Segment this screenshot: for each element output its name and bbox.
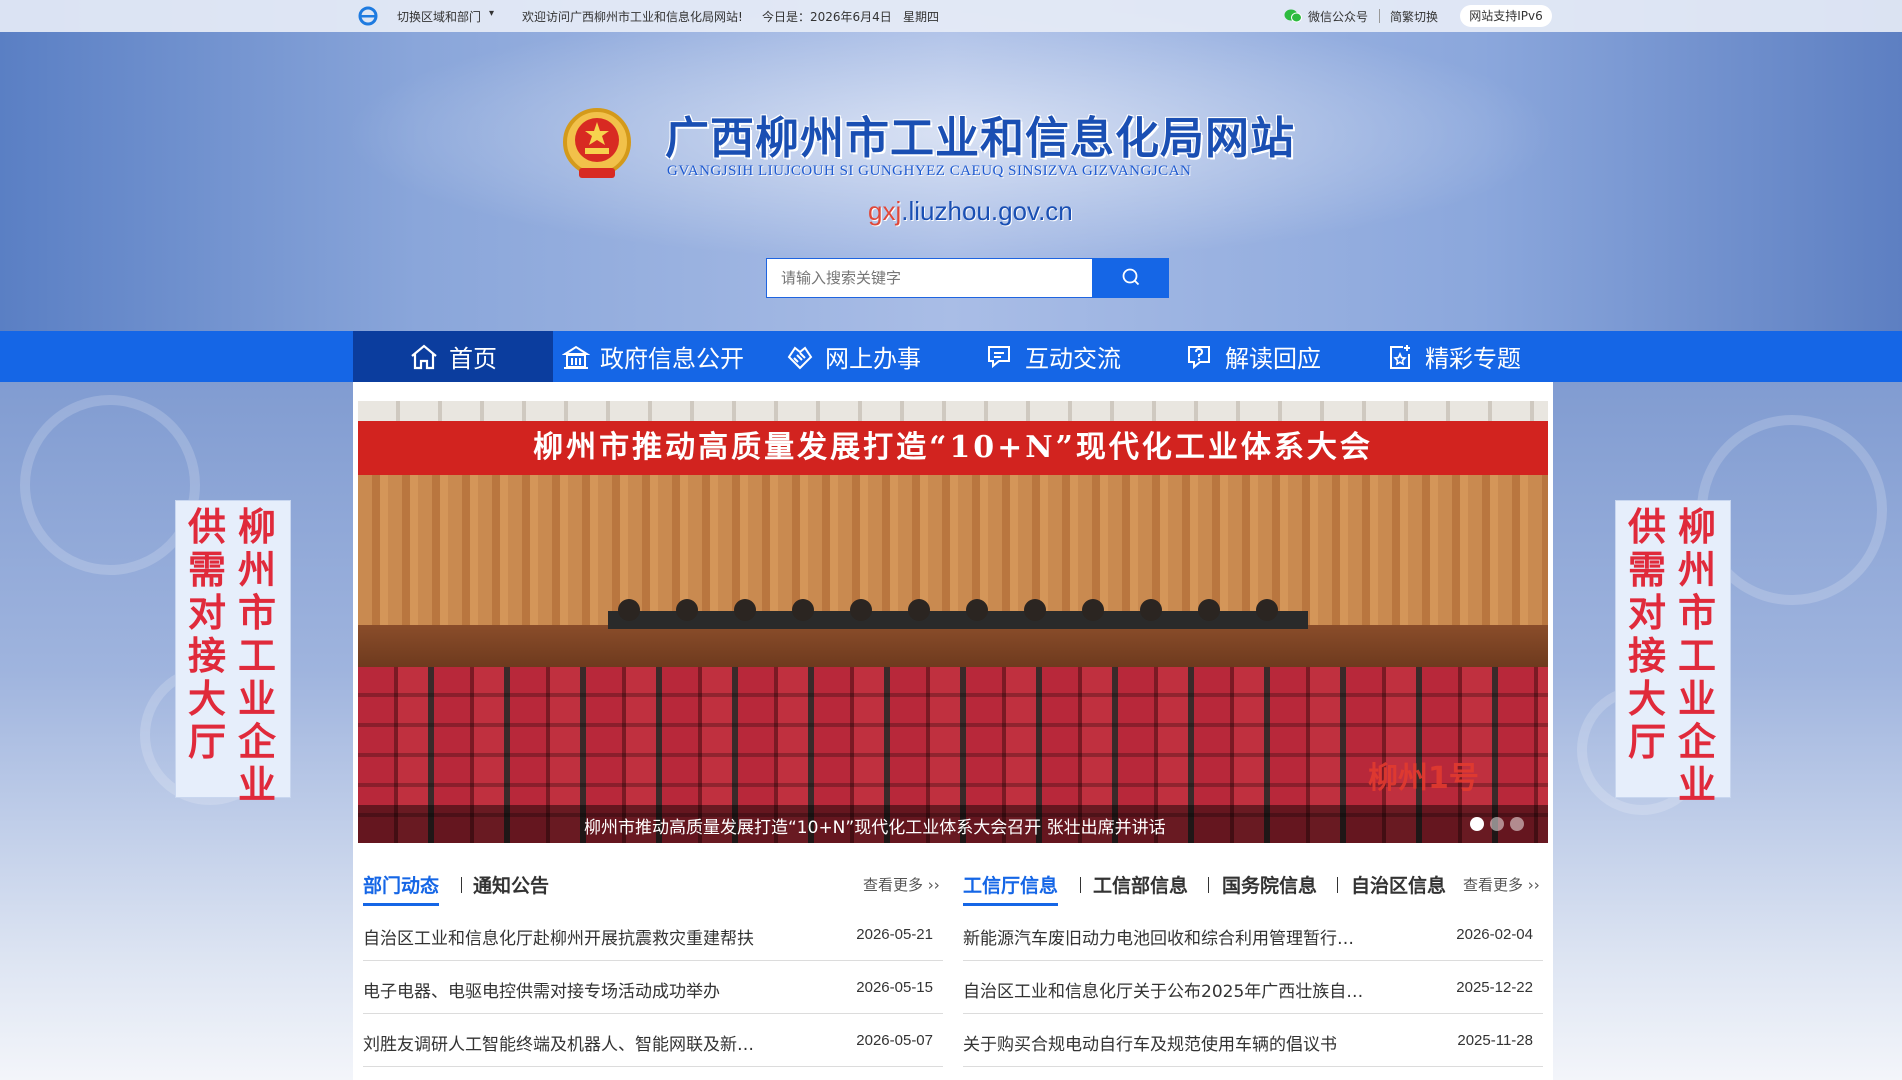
nav-item-interpretation[interactable]: 解读回应 — [1153, 331, 1353, 382]
news-date: 2025-12-22 — [1456, 979, 1533, 996]
divider — [1337, 877, 1338, 893]
site-title: 广西柳州市工业和信息化局网站 — [665, 113, 1295, 164]
news-title[interactable]: 电子电器、电驱电控供需对接专场活动成功举办 — [363, 977, 720, 1002]
nav-item-special-topics[interactable]: 精彩专题 — [1353, 331, 1553, 382]
top-bar: 切换区域和部门 ▾ 欢迎访问广西柳州市工业和信息化局网站! 今日是：2026年6… — [0, 0, 1902, 32]
site-subtitle: GVANGJSIH LIUJCOUH SI GUNGHYEZ CAEUQ SIN… — [667, 163, 1192, 179]
nav-label: 网上办事 — [825, 345, 921, 373]
welcome-text: 欢迎访问广西柳州市工业和信息化局网站! — [522, 10, 743, 24]
building-icon — [562, 345, 590, 369]
nav-label: 互动交流 — [1025, 345, 1121, 373]
browser-logo-icon — [358, 6, 378, 26]
nav-item-gov-info[interactable]: 政府信息公开 — [553, 331, 753, 382]
divider — [1208, 877, 1209, 893]
nav-item-interaction[interactable]: 互动交流 — [953, 331, 1153, 382]
tab-bar: 部门动态 通知公告 查看更多 ›› — [363, 871, 943, 906]
wechat-icon[interactable] — [1284, 9, 1302, 23]
carousel-dot[interactable] — [1470, 817, 1484, 831]
carousel-dot[interactable] — [1510, 817, 1524, 831]
question-icon — [1188, 345, 1210, 369]
nav-label: 首页 — [449, 345, 497, 373]
nav-label: 政府信息公开 — [600, 345, 744, 373]
carousel-caption[interactable]: 柳州市推动高质量发展打造“10+N”现代化工业体系大会召开 张壮出席并讲话 — [358, 805, 1548, 843]
news-date: 2026-02-04 — [1456, 926, 1533, 943]
dept-news-panel: 部门动态 通知公告 查看更多 ›› 自治区工业和信息化厅赴柳州开展抗震救灾重建帮… — [363, 871, 943, 1067]
view-more-link[interactable]: 查看更多 ›› — [1463, 874, 1540, 895]
home-icon — [411, 344, 437, 369]
chat-icon — [988, 345, 1010, 368]
news-date: 2026-05-15 — [856, 979, 933, 996]
carousel-pagination — [1470, 817, 1530, 831]
divider — [1379, 9, 1380, 23]
tab-ministry-info[interactable]: 工信部信息 — [1093, 871, 1188, 898]
news-title[interactable]: 自治区工业和信息化厅关于公布2025年广西壮族自… — [963, 977, 1363, 1002]
ipv6-badge: 网站支持IPv6 — [1460, 5, 1552, 27]
list-item[interactable]: 新能源汽车废旧动力电池回收和综合利用管理暂行… 2026-02-04 — [963, 908, 1543, 961]
list-item[interactable]: 自治区工业和信息化厅赴柳州开展抗震救灾重建帮扶 2026-05-21 — [363, 908, 943, 961]
side-banner-col1: 供需对接大厅 — [187, 504, 226, 764]
tab-region-info[interactable]: 自治区信息 — [1351, 871, 1446, 898]
handshake-icon — [787, 346, 813, 369]
domain-suffix: .liuzhou.gov.cn — [901, 196, 1073, 226]
tab-state-council-info[interactable]: 国务院信息 — [1222, 871, 1317, 898]
search-icon — [1122, 268, 1139, 285]
tab-dept-news[interactable]: 部门动态 — [363, 871, 440, 906]
nav-label: 精彩专题 — [1425, 345, 1521, 373]
national-emblem-icon — [563, 108, 631, 178]
main-nav: 首页 政府信息公开 网上办事 互动交流 解读回应 精彩专题 — [0, 331, 1902, 382]
search-input[interactable] — [766, 258, 1092, 298]
media-watermark-logo: 柳州1号 — [1368, 761, 1479, 796]
banner-headline: 柳州市推动高质量发展打造“10+N”现代化工业体系大会 — [358, 421, 1548, 475]
view-more-link[interactable]: 查看更多 ›› — [863, 874, 940, 895]
wechat-link[interactable]: 微信公众号 — [1308, 8, 1368, 25]
news-carousel[interactable]: 柳州市推动高质量发展打造“10+N”现代化工业体系大会 柳州1号 柳州市推动高质… — [358, 401, 1548, 843]
nav-label: 解读回应 — [1225, 345, 1321, 373]
news-title[interactable]: 自治区工业和信息化厅赴柳州开展抗震救灾重建帮扶 — [363, 924, 754, 949]
divider — [1080, 877, 1081, 893]
simplified-traditional-toggle[interactable]: 简繁切换 — [1390, 8, 1438, 25]
side-banner-col1: 供需对接大厅 — [1627, 504, 1666, 764]
region-switch[interactable]: 切换区域和部门 — [397, 8, 481, 25]
news-date: 2026-05-21 — [856, 926, 933, 943]
news-title[interactable]: 新能源汽车废旧动力电池回收和综合利用管理暂行… — [963, 924, 1354, 949]
news-title[interactable]: 刘胜友调研人工智能终端及机器人、智能网联及新… — [363, 1030, 754, 1055]
news-date: 2025-11-28 — [1457, 1032, 1533, 1049]
news-list: 新能源汽车废旧动力电池回收和综合利用管理暂行… 2026-02-04 自治区工业… — [963, 908, 1543, 1067]
search-button[interactable] — [1092, 258, 1169, 298]
news-list: 自治区工业和信息化厅赴柳州开展抗震救灾重建帮扶 2026-05-21 电子电器、… — [363, 908, 943, 1067]
side-banner-col2: 柳州市工业企业 — [237, 504, 276, 807]
tab-notices[interactable]: 通知公告 — [473, 871, 549, 898]
main-panel: 柳州市推动高质量发展打造“10+N”现代化工业体系大会 柳州1号 柳州市推动高质… — [353, 382, 1553, 1080]
external-info-panel: 工信厅信息 工信部信息 国务院信息 自治区信息 查看更多 ›› 新能源汽车废旧动… — [963, 871, 1543, 1067]
supply-demand-hall-banner-right[interactable]: 供需对接大厅 柳州市工业企业 — [1615, 500, 1731, 806]
list-item[interactable]: 电子电器、电驱电控供需对接专场活动成功举办 2026-05-15 — [363, 961, 943, 1014]
news-date: 2026-05-07 — [856, 1032, 933, 1049]
news-title[interactable]: 关于购买合规电动自行车及规范使用车辆的倡议书 — [963, 1030, 1337, 1055]
supply-demand-hall-banner-left[interactable]: 供需对接大厅 柳州市工业企业 — [175, 500, 291, 806]
weekday-text: 星期四 — [903, 10, 940, 24]
nav-item-home[interactable]: 首页 — [353, 331, 553, 382]
carousel-caption-text: 柳州市推动高质量发展打造“10+N”现代化工业体系大会召开 张壮出席并讲话 — [584, 818, 1166, 838]
star-doc-icon — [1390, 344, 1410, 369]
divider — [461, 877, 462, 893]
domain-prefix: gxj — [868, 196, 902, 226]
list-item[interactable]: 关于购买合规电动自行车及规范使用车辆的倡议书 2025-11-28 — [963, 1014, 1543, 1067]
side-banner-col2: 柳州市工业企业 — [1677, 504, 1716, 807]
nav-item-online-service[interactable]: 网上办事 — [753, 331, 953, 382]
date-text: 今日是：2026年6月4日 — [762, 10, 892, 24]
search-bar — [766, 258, 1169, 298]
list-item[interactable]: 刘胜友调研人工智能终端及机器人、智能网联及新… 2026-05-07 — [363, 1014, 943, 1067]
carousel-dot[interactable] — [1490, 817, 1504, 831]
tab-provincial-dept-info[interactable]: 工信厅信息 — [963, 871, 1059, 906]
chevron-down-icon[interactable]: ▾ — [489, 8, 494, 19]
list-item[interactable]: 自治区工业和信息化厅关于公布2025年广西壮族自… 2025-12-22 — [963, 961, 1543, 1014]
tab-bar: 工信厅信息 工信部信息 国务院信息 自治区信息 查看更多 ›› — [963, 871, 1543, 906]
site-domain: gxj.liuzhou.gov.cn — [868, 196, 1073, 227]
